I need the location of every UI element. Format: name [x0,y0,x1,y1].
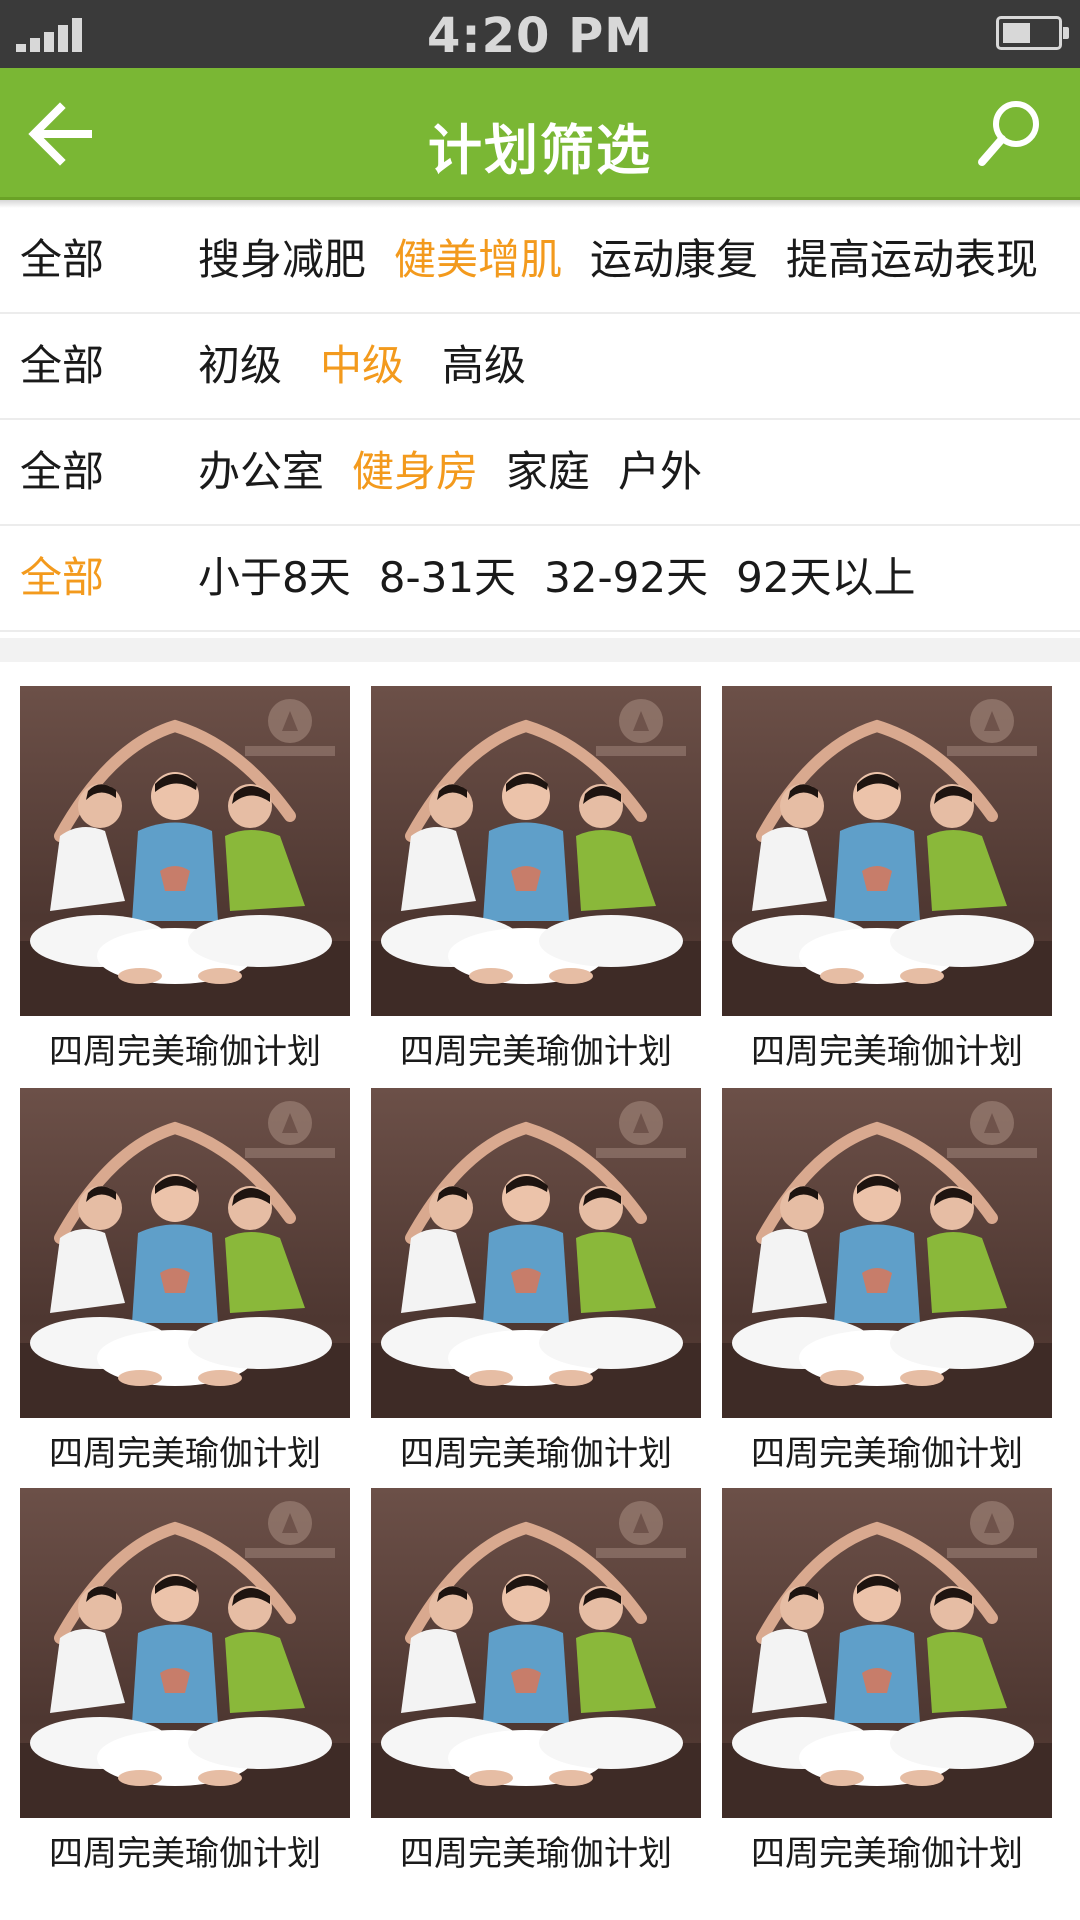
plan-thumbnail [20,1088,350,1418]
plan-card[interactable]: 四周完美瑜伽计划 [371,1088,701,1474]
filter-option[interactable]: 92天以上 [736,526,915,630]
plan-thumbnail [722,1488,1052,1818]
plan-card[interactable]: 四周完美瑜伽计划 [20,1488,350,1874]
header-shadow [0,200,1080,208]
filter-option[interactable]: 办公室 [198,420,324,524]
plan-card[interactable]: 四周完美瑜伽计划 [20,686,350,1072]
plan-card[interactable]: 四周完美瑜伽计划 [20,1088,350,1474]
search-button[interactable] [974,96,1044,172]
filter-option[interactable]: 提高运动表现 [786,208,1038,312]
search-icon [978,101,1039,166]
plan-card[interactable]: 四周完美瑜伽计划 [722,1488,1052,1874]
plan-thumbnail [20,686,350,1016]
plan-thumbnail [371,1488,701,1818]
plan-card[interactable]: 四周完美瑜伽计划 [371,1488,701,1874]
plan-title: 四周完美瑜伽计划 [400,1834,672,1874]
filter-options: 初级 中级 高级 [170,314,526,418]
filter-option[interactable]: 家庭 [506,420,590,524]
filter-option[interactable]: 初级 [198,314,282,418]
plan-title: 四周完美瑜伽计划 [751,1434,1023,1474]
status-time: 4:20 PM [426,8,654,64]
plan-card[interactable]: 四周完美瑜伽计划 [722,1088,1052,1474]
battery-icon [996,16,1069,50]
filter-row: 全部 小于8天 8-31天 32-92天 92天以上 [0,526,1080,632]
filter-all-option[interactable]: 全部 [20,208,104,312]
filter-option[interactable]: 运动康复 [590,208,758,312]
filter-option[interactable]: 户外 [618,420,702,524]
section-divider [0,638,1080,662]
plan-title: 四周完美瑜伽计划 [751,1032,1023,1072]
filter-options: 办公室 健身房 家庭 户外 [170,420,702,524]
app-header: 计划筛选 [0,68,1080,200]
plan-title: 四周完美瑜伽计划 [49,1834,321,1874]
filter-option[interactable]: 小于8天 [198,526,351,630]
filter-row: 全部 初级 中级 高级 [0,314,1080,420]
filter-all-option[interactable]: 全部 [20,526,104,630]
plan-title: 四周完美瑜伽计划 [400,1434,672,1474]
plan-thumbnail [371,1088,701,1418]
plan-title: 四周完美瑜伽计划 [49,1032,321,1072]
filter-options: 小于8天 8-31天 32-92天 92天以上 [170,526,916,630]
filter-option[interactable]: 中级 [320,314,404,418]
filter-option[interactable]: 8-31天 [379,526,516,630]
plan-card[interactable]: 四周完美瑜伽计划 [371,686,701,1072]
page-title: 计划筛选 [428,119,652,182]
filter-option[interactable]: 32-92天 [544,526,708,630]
filter-option[interactable]: 健身房 [352,420,478,524]
plan-title: 四周完美瑜伽计划 [49,1434,321,1474]
plan-thumbnail [722,686,1052,1016]
plan-thumbnail [722,1088,1052,1418]
plan-title: 四周完美瑜伽计划 [400,1032,672,1072]
filter-row: 全部 搜身减肥 健美增肌 运动康复 提高运动表现 [0,208,1080,314]
filter-all-option[interactable]: 全部 [20,420,104,524]
filter-options: 搜身减肥 健美增肌 运动康复 提高运动表现 [170,208,1038,312]
filter-option[interactable]: 搜身减肥 [198,208,366,312]
filter-option[interactable]: 健美增肌 [394,208,562,312]
plan-thumbnail [20,1488,350,1818]
plan-title: 四周完美瑜伽计划 [751,1834,1023,1874]
plan-thumbnail [371,686,701,1016]
filter-option[interactable]: 高级 [442,314,526,418]
filter-row: 全部 办公室 健身房 家庭 户外 [0,420,1080,526]
status-bar: 4:20 PM [0,0,1080,68]
plan-card[interactable]: 四周完美瑜伽计划 [722,686,1052,1072]
filter-all-option[interactable]: 全部 [20,314,104,418]
